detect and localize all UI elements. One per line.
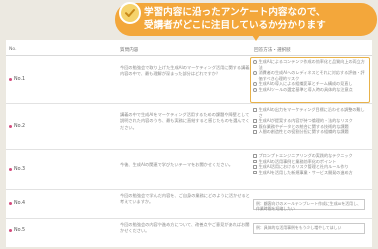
- table-row: No.5 今回の勉強会の内容や進め方について、改善点やご意見があればお聞かせくだ…: [6, 219, 372, 247]
- table-header: No. 質問内容 回答方法・選択肢: [6, 40, 372, 56]
- row-marker: [9, 202, 12, 205]
- checkbox[interactable]: [253, 119, 257, 123]
- row-marker: [9, 168, 12, 171]
- table-row: No.2 講義の中で生成AIをマーケティング活用するための課題や障壁として説明さ…: [6, 104, 372, 150]
- row-number: No.3: [9, 167, 25, 172]
- option-item[interactable]: 生成AIを活用した新規事業・サービス開発の進め方: [253, 170, 367, 176]
- question-text: 今後、生成AIの関連で学びたいテーマをお聞かせください。: [120, 162, 233, 167]
- table-row: No.4 今回の勉強会で学んだ内容を、ご自身の業務にどのように活かせると考えてい…: [6, 190, 372, 219]
- table-row: No.3 今後、生成AIの関連で学びたいテーマをお聞かせください。 プロンプトエ…: [6, 150, 372, 190]
- options-highlight-box: [250, 57, 370, 103]
- row-number: No.4: [9, 201, 25, 206]
- row-marker: [9, 125, 12, 128]
- question-text: 今回の勉強会で学んだ内容を、ご自身の業務にどのように活かせると考えていますか。: [120, 193, 250, 205]
- header-no: No.: [9, 47, 17, 52]
- option-item[interactable]: 生成AIの出力をマーケティング目標に沿わせる調整の難しさ: [253, 107, 367, 118]
- checkbox[interactable]: [253, 159, 257, 164]
- row-marker: [9, 229, 12, 232]
- presentation-card: No. 質問内容 回答方法・選択肢 No.1 今回の勉強会で取り上げた生成AIの…: [0, 0, 378, 249]
- checkbox[interactable]: [253, 154, 257, 158]
- option-list: 生成AIの出力をマーケティング目標に沿わせる調整の難しさ 生成AIが提案する内容…: [253, 107, 367, 135]
- checkbox[interactable]: [253, 165, 257, 169]
- checkbox[interactable]: [253, 130, 257, 134]
- callout-line-1: 学習内容に沿ったアンケート内容なので、: [144, 7, 326, 18]
- row-number: No.2: [9, 124, 25, 129]
- row-marker: [9, 78, 12, 81]
- option-list: プロンプトエンジニアリングの実践的なテクニック 生成AIの活用事例と業務効率化の…: [253, 153, 367, 175]
- header-options: 回答方法・選択肢: [254, 48, 291, 53]
- checkbox[interactable]: [253, 124, 257, 129]
- survey-table: No. 質問内容 回答方法・選択肢 No.1 今回の勉強会で取り上げた生成AIの…: [6, 40, 372, 247]
- question-text: 今回の勉強会で取り上げた生成AIのマーケティング活用に関する講義内容の中で、最も…: [120, 65, 250, 77]
- callout-text: 学習内容に沿ったアンケート内容なので、 受講者がどこに注目しているか分かります: [144, 6, 374, 32]
- checkbox[interactable]: [253, 108, 257, 112]
- answer-text-field[interactable]: 例：顧客向けのメールテンプレート作成に生成AIを活用し、作業時間を短縮したい: [253, 199, 365, 211]
- question-text: 今回の勉強会の内容や進め方について、改善点やご意見があればお聞かせください。: [120, 222, 250, 234]
- callout-tail: [250, 32, 262, 41]
- answer-text-field[interactable]: 例：具体的な活用事例をもう少し増やしてほしい: [253, 223, 365, 234]
- callout-line-2: 受講者がどこに注目しているか分かります: [144, 20, 326, 31]
- checkbox[interactable]: [253, 170, 257, 175]
- option-item[interactable]: 人間の創造性との役割分担に関する組織的な課題: [253, 129, 367, 135]
- row-number: No.5: [9, 228, 25, 233]
- question-text: 講義の中で生成AIをマーケティング活用するための課題や障壁として説明された内容の…: [120, 112, 250, 130]
- check-icon: [119, 2, 141, 24]
- header-question: 質問内容: [120, 48, 139, 53]
- row-number: No.1: [9, 77, 25, 82]
